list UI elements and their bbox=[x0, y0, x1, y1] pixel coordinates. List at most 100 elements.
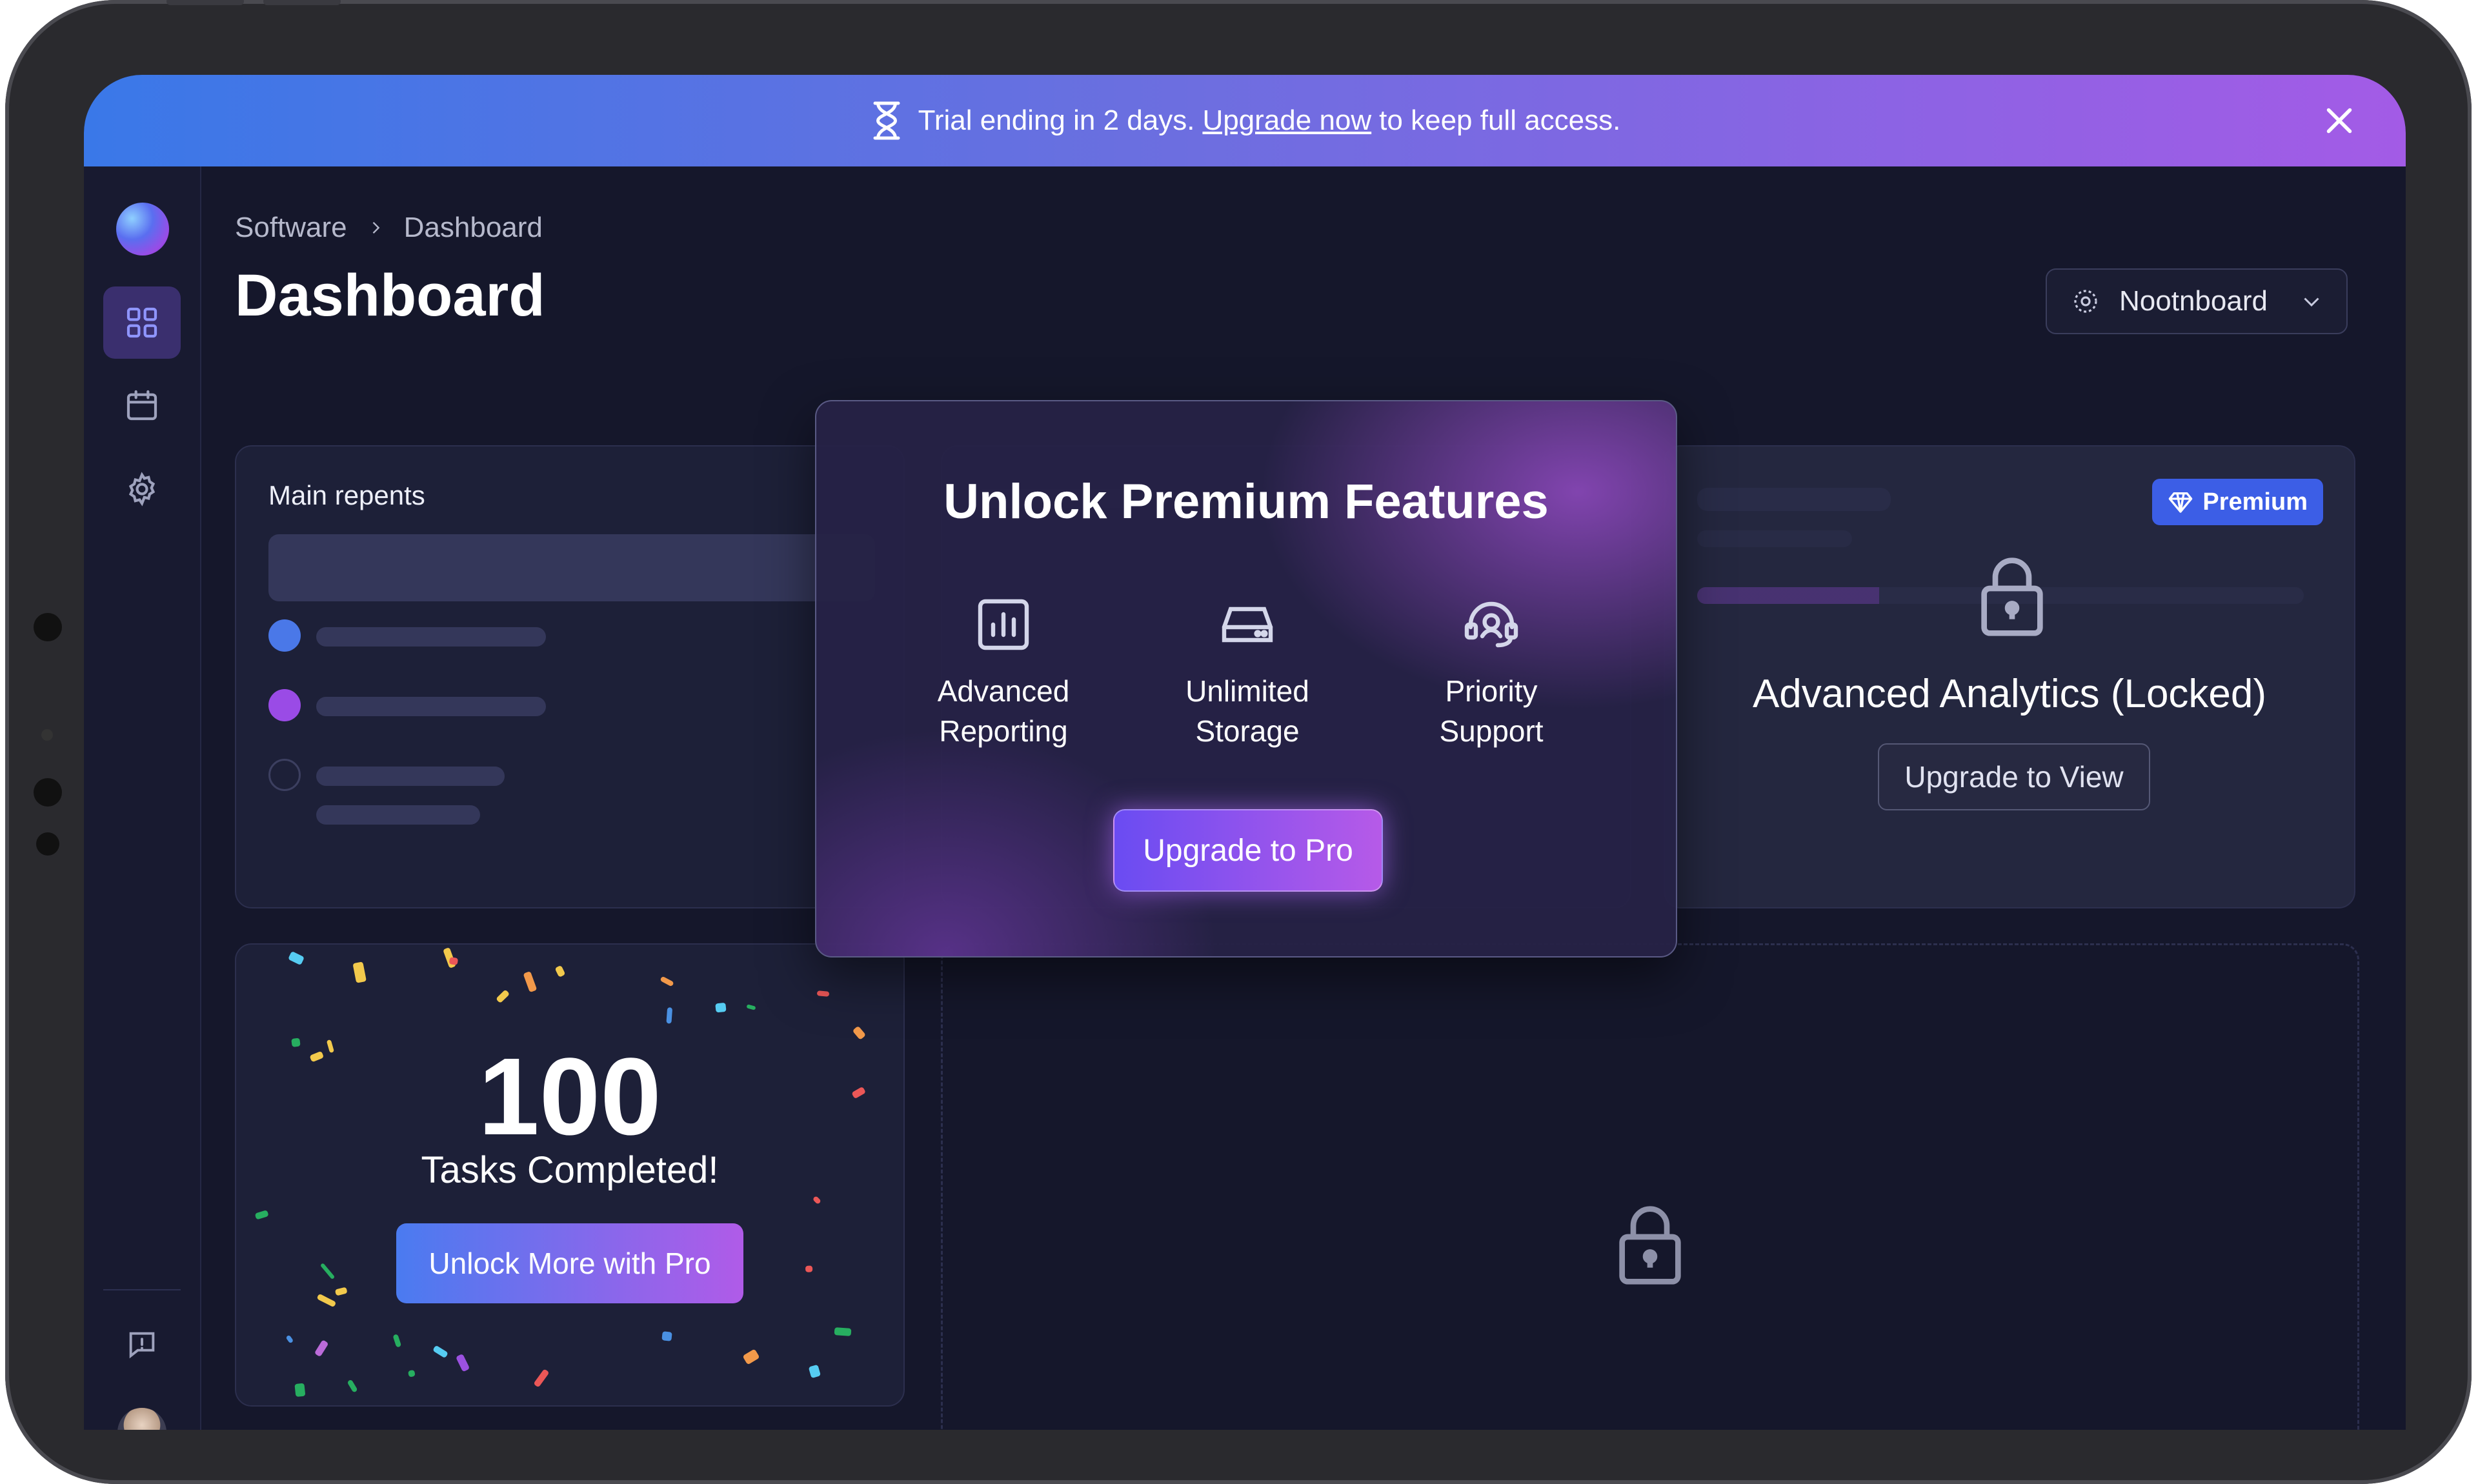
confetti-piece bbox=[287, 951, 305, 966]
diamond-icon bbox=[2169, 492, 2193, 513]
main-reports-card: Main repents bbox=[235, 445, 905, 908]
feature-label: Advanced Reporting bbox=[874, 671, 1133, 751]
feature-label-line: Storage bbox=[1195, 714, 1300, 748]
app-logo[interactable] bbox=[116, 203, 169, 256]
gear-icon bbox=[128, 472, 156, 506]
confetti-piece bbox=[392, 1334, 401, 1349]
confetti-piece bbox=[808, 1364, 821, 1379]
upgrade-now-link[interactable]: Upgrade now bbox=[1202, 105, 1371, 137]
sidebar bbox=[84, 166, 201, 1430]
confetti-piece bbox=[295, 1383, 306, 1398]
skeleton-line bbox=[1697, 530, 1852, 547]
grid-icon bbox=[126, 307, 157, 338]
premium-badge: Premium bbox=[2152, 479, 2323, 525]
trial-banner: Trial ending in 2 days. Upgrade now to k… bbox=[84, 75, 2406, 166]
confetti-piece bbox=[812, 1196, 821, 1205]
chevron-down-icon bbox=[2304, 297, 2319, 307]
camera-dot bbox=[36, 832, 59, 856]
feature-advanced-reporting: Advanced Reporting bbox=[874, 594, 1133, 751]
camera-dot bbox=[34, 613, 62, 641]
confetti-piece bbox=[496, 989, 510, 1004]
feature-label-line: Reporting bbox=[939, 714, 1068, 748]
workspace-selector[interactable]: Nootnboard bbox=[2046, 268, 2348, 334]
camera-dot bbox=[34, 778, 62, 807]
confetti-piece bbox=[742, 1349, 760, 1365]
workspace-icon bbox=[2074, 290, 2097, 313]
premium-badge-label: Premium bbox=[2202, 488, 2308, 516]
confetti-piece bbox=[661, 1331, 673, 1342]
close-icon[interactable] bbox=[2318, 99, 2361, 142]
bar-chart-icon bbox=[978, 599, 1029, 650]
confetti-piece bbox=[816, 990, 830, 998]
locked-feature-title: Advanced Analytics (Locked) bbox=[1752, 672, 2267, 716]
unlock-more-button[interactable]: Unlock More with Pro bbox=[396, 1223, 743, 1303]
workspace-name: Nootnboard bbox=[2119, 285, 2268, 317]
feature-label-line: Unlimited bbox=[1185, 674, 1309, 708]
feature-label-line: Priority bbox=[1445, 674, 1538, 708]
avatar[interactable] bbox=[117, 1408, 166, 1430]
sensor-dot bbox=[41, 729, 53, 741]
modal-title: Unlock Premium Features bbox=[943, 474, 1549, 529]
banner-text-after: to keep full access. bbox=[1379, 105, 1621, 136]
feature-label-line: Support bbox=[1439, 714, 1544, 748]
tasks-label: Tasks Completed! bbox=[421, 1149, 719, 1191]
confetti-piece bbox=[455, 1353, 470, 1372]
confetti-piece bbox=[254, 1210, 269, 1220]
upgrade-to-pro-button[interactable]: Upgrade to Pro bbox=[1113, 809, 1383, 892]
confetti-piece bbox=[432, 1345, 449, 1359]
skeleton-line bbox=[316, 697, 546, 716]
confetti-piece bbox=[666, 1007, 672, 1024]
confetti-piece bbox=[334, 1287, 348, 1296]
chevron-right-icon bbox=[372, 222, 379, 234]
page-title: Dashboard bbox=[235, 263, 545, 328]
hourglass-icon bbox=[873, 101, 900, 140]
app-screen: Trial ending in 2 days. Upgrade now to k… bbox=[84, 75, 2406, 1430]
headset-icon bbox=[1464, 601, 1518, 648]
skeleton-line bbox=[1697, 488, 1891, 511]
tablet-frame: Trial ending in 2 days. Upgrade now to k… bbox=[5, 0, 2472, 1484]
hardware-button bbox=[166, 0, 244, 5]
confetti-piece bbox=[805, 1265, 813, 1272]
confetti-piece bbox=[554, 965, 566, 978]
lock-icon bbox=[1981, 557, 2043, 636]
confetti-piece bbox=[660, 976, 675, 987]
feature-unlimited-storage: Unlimited Storage bbox=[1118, 594, 1376, 751]
confetti-piece bbox=[715, 1003, 727, 1013]
confetti-piece bbox=[285, 1334, 294, 1344]
breadcrumb-item[interactable]: Software bbox=[235, 212, 347, 244]
analytics-card: Premium Advanced Analytics (Locked) Upgr… bbox=[1664, 445, 2355, 908]
card-title: Main repents bbox=[268, 480, 425, 510]
breadcrumb-item[interactable]: Dashboard bbox=[404, 212, 543, 244]
hard-drive-icon bbox=[1222, 607, 1273, 643]
lock-icon bbox=[1619, 1206, 1681, 1285]
sidebar-item-calendar[interactable] bbox=[103, 369, 181, 441]
banner-text: Trial ending in 2 days. bbox=[918, 105, 1195, 136]
sidebar-item-settings[interactable] bbox=[103, 453, 181, 525]
locked-region bbox=[941, 943, 2359, 1430]
skeleton-bar bbox=[268, 534, 875, 601]
skeleton-line bbox=[316, 767, 505, 786]
feature-label-line: Advanced bbox=[937, 674, 1070, 708]
breadcrumb: Software Dashboard bbox=[235, 212, 543, 244]
confetti-piece bbox=[352, 961, 367, 983]
confetti-piece bbox=[316, 1294, 337, 1308]
upgrade-to-view-button[interactable]: Upgrade to View bbox=[1878, 743, 2150, 810]
sidebar-divider bbox=[103, 1289, 181, 1290]
premium-modal: Unlock Premium Features Advanced Reporti… bbox=[815, 400, 1677, 958]
sidebar-item-feedback[interactable] bbox=[103, 1309, 181, 1381]
confetti-piece bbox=[523, 971, 538, 993]
confetti-piece bbox=[533, 1369, 550, 1389]
confetti-piece bbox=[834, 1327, 852, 1336]
legend-dot bbox=[268, 759, 301, 791]
confetti-piece bbox=[746, 1004, 756, 1010]
feature-priority-support: Priority Support bbox=[1362, 594, 1620, 751]
sidebar-item-dashboard[interactable] bbox=[103, 286, 181, 359]
confetti-piece bbox=[408, 1369, 416, 1378]
legend-dot bbox=[268, 619, 301, 652]
feature-label: Priority Support bbox=[1362, 671, 1620, 751]
confetti-piece bbox=[314, 1339, 329, 1358]
tasks-completed-card: 100 Tasks Completed! Unlock More with Pr… bbox=[235, 943, 905, 1407]
skeleton-line bbox=[316, 627, 546, 647]
tasks-count: 100 bbox=[478, 1036, 661, 1158]
confetti-piece bbox=[319, 1262, 336, 1279]
